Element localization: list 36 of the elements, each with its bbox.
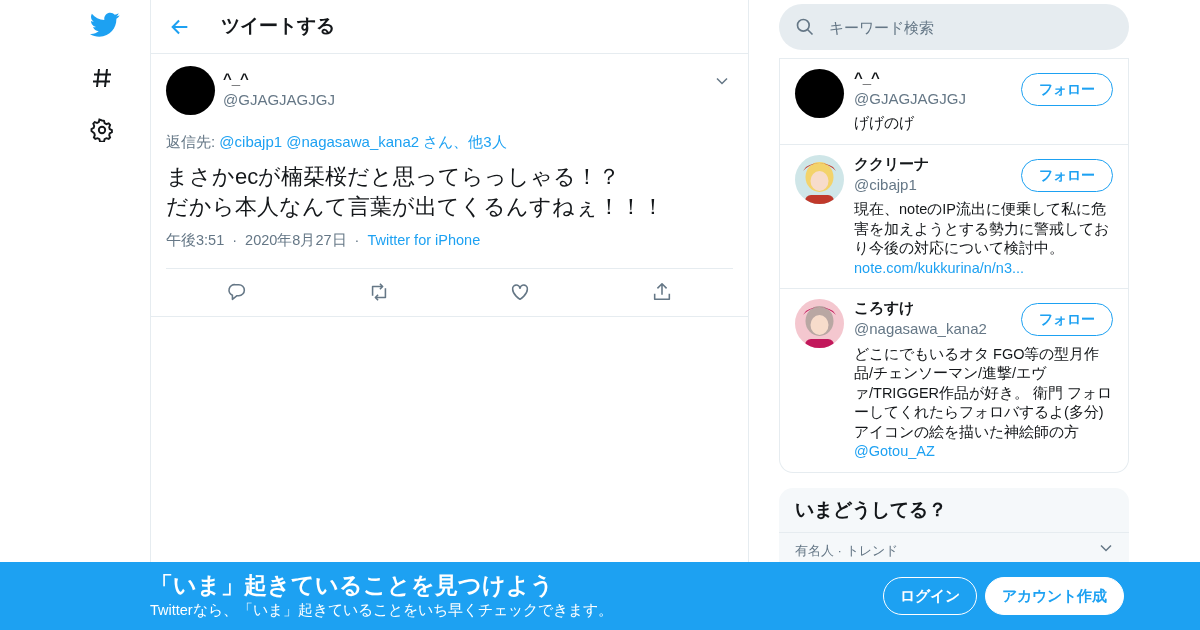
separator-dot: · bbox=[354, 231, 360, 251]
trends-title: いまどうしてる？ bbox=[794, 497, 948, 522]
reply-link[interactable]: @cibajp1 @nagasawa_kana2 さん、他3人 bbox=[219, 133, 507, 150]
separator-dot: · bbox=[232, 231, 238, 251]
avatar bbox=[795, 69, 844, 118]
bird-icon[interactable] bbox=[90, 12, 120, 38]
user-name: ククリーナ bbox=[854, 154, 929, 174]
hashtag-icon[interactable] bbox=[90, 66, 114, 90]
bio-link[interactable]: @Gotou_AZ bbox=[854, 442, 1113, 462]
user-name: ころすけ bbox=[854, 299, 915, 319]
user-handle: @GJAGJAGJGJ bbox=[854, 88, 966, 109]
user-handle: @cibajp1 bbox=[854, 174, 918, 195]
tweet-date: 2020年8月27日 bbox=[245, 231, 347, 251]
follow-button[interactable]: フォロー bbox=[1021, 73, 1113, 106]
user-bio: 現在、noteのIP流出に便乗して私に危害を加えようとする勢力に警戒しており今後の対応について検討中。 bbox=[854, 200, 1110, 259]
search-field[interactable]: キーワード検索 bbox=[779, 4, 1129, 50]
user-bio: げげのげ bbox=[854, 114, 915, 134]
user-name: ^_^ bbox=[223, 70, 250, 89]
follow-button[interactable]: フォロー bbox=[1021, 303, 1113, 337]
follow-button[interactable]: フォロー bbox=[1021, 158, 1113, 192]
user-handle: @nagasawa_kana2 bbox=[854, 319, 987, 340]
bio-link[interactable]: note.com/kukkurina/n/n3... bbox=[854, 258, 1113, 279]
settings-icon[interactable] bbox=[90, 118, 114, 142]
page-title: ツイートする bbox=[221, 14, 335, 39]
banner-subtitle: Twitterなら、「いま」起きていることをいち早くチェックできます。 bbox=[150, 600, 613, 620]
user-name: ^_^ bbox=[854, 69, 881, 88]
user-bio: どこにでもいるオタ FGO等の型月作品/チェンソーマン/進撃/エヴァ/TRIGGER作品が好き。 衛門 フォローしてくれたらフォロバするよ(多分) アイコンの絵を描いた神絵師の方 bbox=[854, 344, 1113, 442]
reply-to-line: 返信先: @cibajp1 @nagasawa_kana2 さん、他3人 bbox=[166, 132, 508, 152]
tweet-text: まさかecが楠栞桜だと思ってらっしゃる！？ だから本人なんて言葉が出てくるんすねぇ！！！ bbox=[166, 162, 665, 221]
banner-title: 「いま」起きていることを見つけよう bbox=[150, 570, 555, 600]
tweet-time: 午後3:51 bbox=[166, 231, 225, 251]
user-handle: @GJAGJAGJGJ bbox=[223, 89, 336, 110]
trend-context: 有名人 · トレンド bbox=[795, 542, 898, 561]
source-link[interactable]: Twitter for iPhone bbox=[367, 230, 481, 252]
avatar bbox=[166, 66, 215, 115]
signup-button[interactable]: アカウント作成 bbox=[985, 577, 1124, 615]
